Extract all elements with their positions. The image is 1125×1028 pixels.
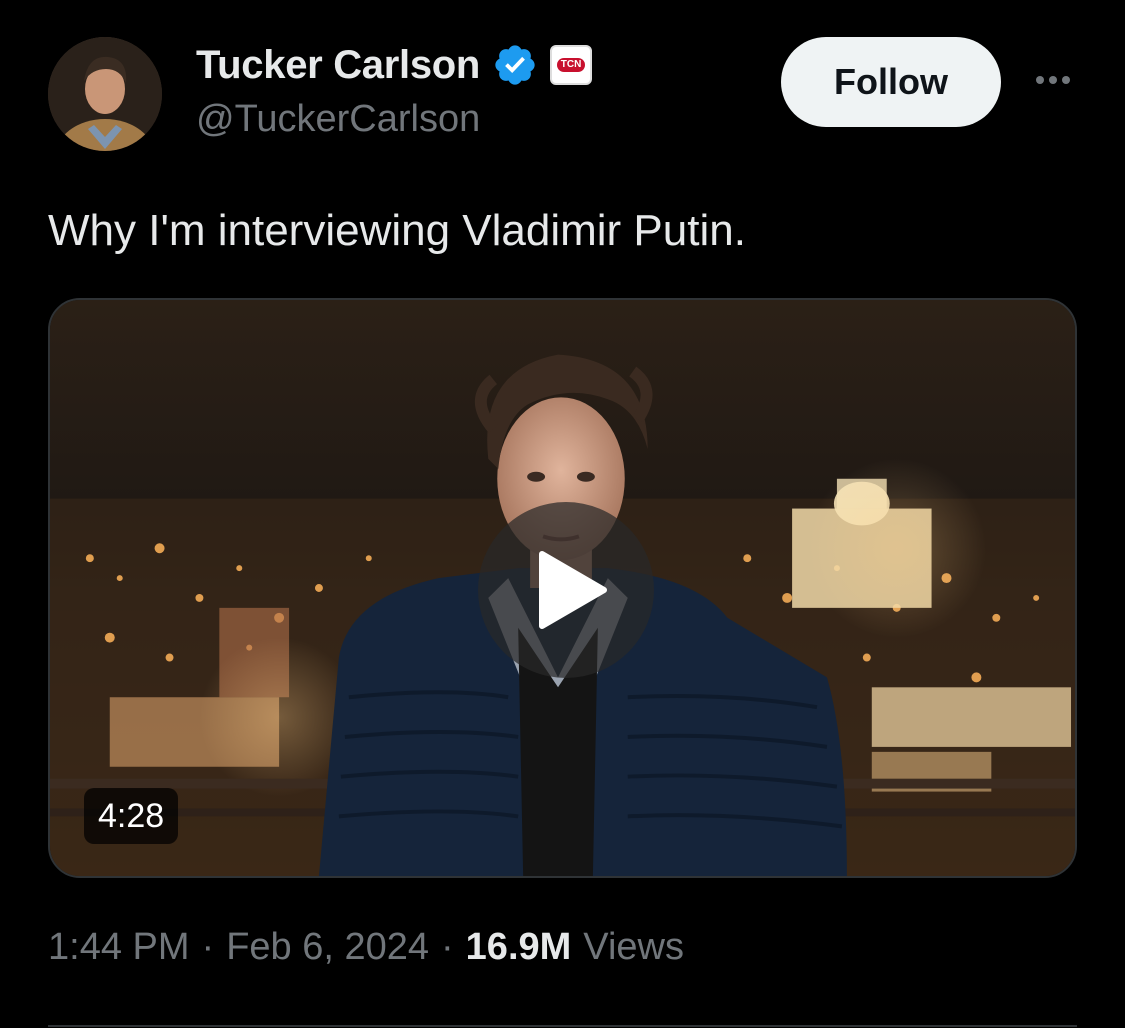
more-horizontal-icon	[1036, 76, 1070, 84]
views-count[interactable]: 16.9M	[466, 926, 572, 969]
post-meta: 1:44 PM · Feb 6, 2024 · 16.9M Views	[48, 926, 684, 969]
verified-badge-icon[interactable]	[492, 42, 538, 88]
avatar-image	[48, 37, 162, 151]
play-button[interactable]	[478, 502, 654, 678]
post-date[interactable]: Feb 6, 2024	[226, 926, 429, 969]
meta-separator: ·	[441, 926, 454, 968]
post-text: Why I'm interviewing Vladimir Putin.	[48, 206, 746, 255]
author-display-name[interactable]: Tucker Carlson	[196, 43, 480, 88]
video-player[interactable]: 4:28	[48, 298, 1077, 878]
follow-button[interactable]: Follow	[781, 37, 1001, 127]
video-duration: 4:28	[84, 788, 179, 844]
post-time[interactable]: 1:44 PM	[48, 926, 190, 969]
affiliate-badge-label: TCN	[556, 58, 586, 72]
divider	[48, 1025, 1077, 1027]
affiliate-badge[interactable]: TCN	[550, 45, 593, 85]
post: Tucker Carlson TCN @TuckerCarlson Follow…	[0, 0, 1125, 1028]
more-options-button[interactable]	[1028, 60, 1078, 100]
play-icon	[539, 551, 607, 629]
meta-separator: ·	[201, 926, 215, 968]
author-handle[interactable]: @TuckerCarlson	[196, 98, 480, 141]
author-avatar[interactable]	[48, 37, 162, 151]
author-name-row: Tucker Carlson TCN	[196, 40, 593, 90]
views-label[interactable]: Views	[583, 926, 684, 969]
